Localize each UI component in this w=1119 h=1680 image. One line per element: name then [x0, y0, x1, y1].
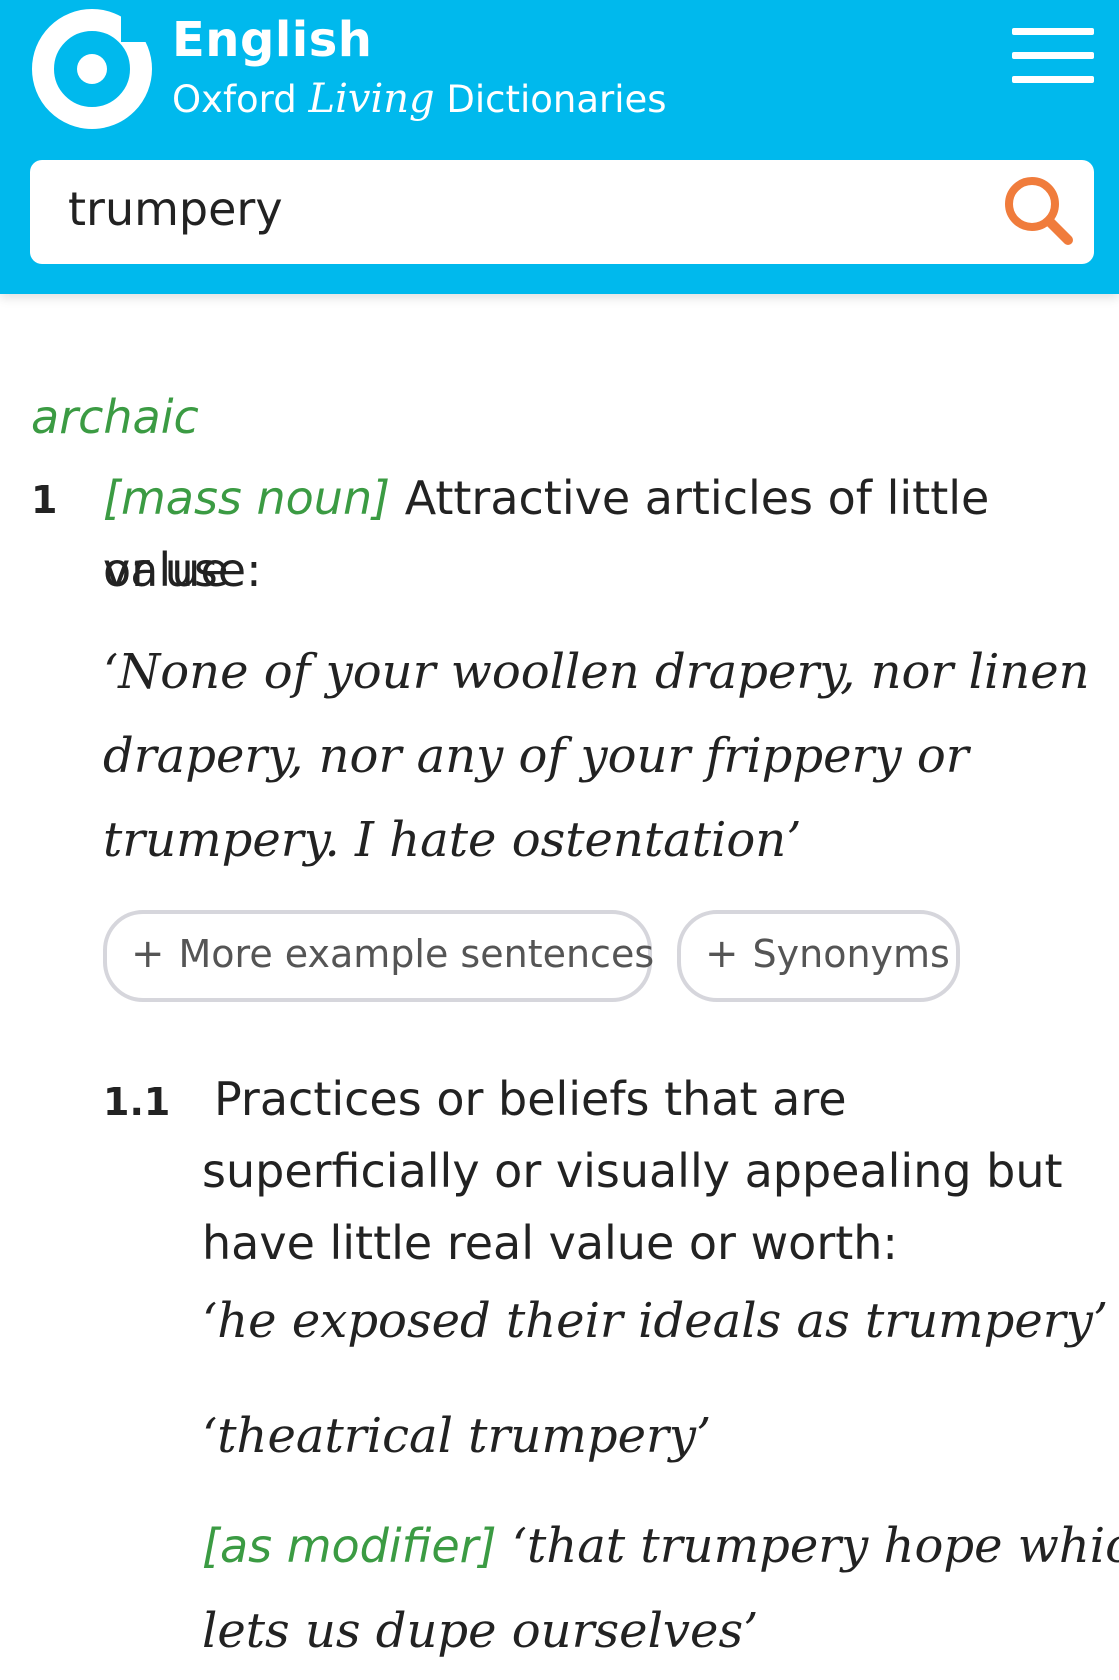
definition-line: superficially or visually appealing but: [202, 1144, 1063, 1198]
example-line: drapery, nor any of your frippery or: [103, 728, 969, 784]
definition-line: Practices or beliefs that are: [214, 1072, 847, 1126]
subsense-definition: Practices or beliefs that are superficia…: [202, 1063, 1102, 1279]
grammar-label: [mass noun]: [103, 471, 391, 525]
search-input[interactable]: [68, 174, 968, 244]
search-bar: [30, 160, 1094, 264]
example-sentence: ‘he exposed their ideals as trumpery’: [202, 1293, 1109, 1349]
synonyms-label: Synonyms: [752, 932, 950, 976]
synonyms-button[interactable]: + Synonyms: [677, 910, 960, 1002]
example-sentence: ‘None of your woollen drapery, nor linen…: [103, 630, 1090, 882]
example-sentence: ‘theatrical trumpery’: [202, 1408, 712, 1464]
brand-subtitle-dictionaries: Dictionaries: [434, 78, 667, 121]
hamburger-menu-icon[interactable]: [1012, 28, 1094, 84]
search-icon[interactable]: [996, 168, 1082, 254]
sense-number: 1: [31, 478, 58, 522]
modifier-label: [as modifier]: [202, 1519, 497, 1573]
example-line: ‘None of your woollen drapery, nor linen: [103, 644, 1090, 700]
register-label: archaic: [31, 390, 199, 444]
plus-icon: +: [705, 931, 739, 977]
plus-icon: +: [131, 931, 165, 977]
definition-line: have little real value or worth:: [202, 1216, 898, 1270]
more-examples-button[interactable]: + More example sentences: [103, 910, 655, 1002]
brand-title[interactable]: English: [172, 12, 372, 68]
brand-subtitle[interactable]: Oxford Living Dictionaries: [172, 76, 667, 122]
definition-text-line2: or use:: [103, 543, 262, 597]
more-examples-label: More example sentences: [178, 932, 655, 976]
example-sentence-modifier: [as modifier] ‘that trumpery hope which: [202, 1518, 1119, 1574]
example-line: trumpery. I hate ostentation’: [103, 812, 802, 868]
example-line: lets us dupe ourselves’: [202, 1603, 759, 1659]
brand-subtitle-oxford: Oxford: [172, 78, 309, 121]
subsense-number: 1.1: [103, 1080, 171, 1124]
app-header: English Oxford Living Dictionaries: [0, 0, 1119, 294]
example-line: ‘that trumpery hope which: [511, 1518, 1119, 1574]
oxford-logo-icon[interactable]: [28, 6, 156, 132]
brand-subtitle-living: Living: [308, 76, 435, 122]
